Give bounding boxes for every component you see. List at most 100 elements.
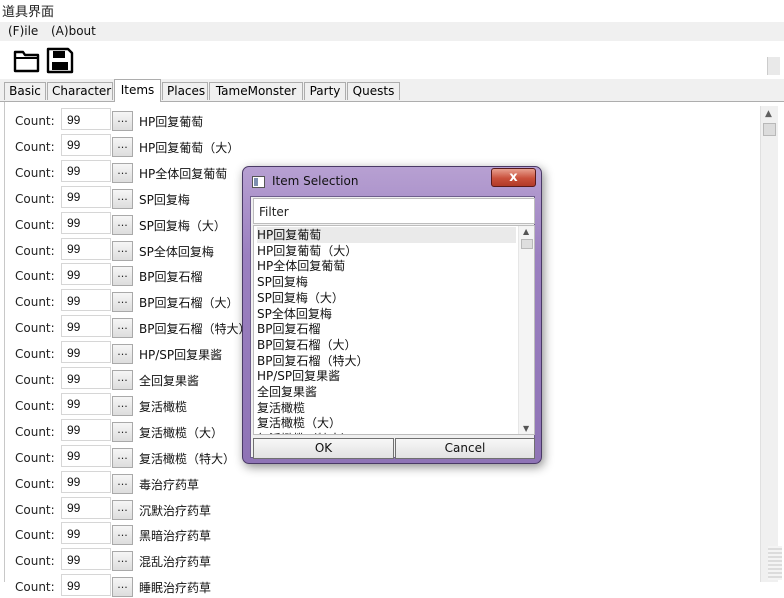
- pick-item-button[interactable]: ...: [112, 266, 133, 287]
- item-row: Count:... HP回复葡萄（大）: [5, 132, 255, 158]
- close-button[interactable]: x: [491, 168, 536, 187]
- cancel-button[interactable]: Cancel: [395, 438, 535, 459]
- count-input[interactable]: [61, 133, 111, 156]
- pick-item-button[interactable]: ...: [112, 499, 133, 520]
- list-item[interactable]: 复活橄榄（特大）: [257, 431, 353, 434]
- pick-item-button[interactable]: ...: [112, 292, 133, 313]
- list-item[interactable]: 复活橄榄: [257, 400, 305, 416]
- listbox-scroll-thumb[interactable]: [521, 239, 533, 249]
- item-name: HP全体回复葡萄: [139, 166, 228, 181]
- list-item[interactable]: 复活橄榄（大）: [257, 415, 341, 431]
- count-input[interactable]: [61, 211, 111, 234]
- list-item[interactable]: HP全体回复葡萄: [257, 258, 345, 274]
- tab-party[interactable]: Party: [304, 82, 346, 100]
- list-item[interactable]: SP回复梅（大）: [257, 290, 344, 306]
- item-name: 黑暗治疗药草: [139, 529, 212, 544]
- pick-item-button[interactable]: ...: [112, 370, 133, 390]
- item-name: HP/SP回复果酱: [139, 348, 223, 363]
- pick-item-button[interactable]: ...: [112, 421, 133, 442]
- list-item[interactable]: BP回复石榴: [257, 321, 320, 337]
- list-item[interactable]: SP全体回复梅: [257, 306, 332, 322]
- list-item[interactable]: HP回复葡萄: [257, 227, 516, 243]
- pick-item-button[interactable]: ...: [112, 551, 133, 572]
- list-item[interactable]: 全回复果酱: [257, 384, 317, 400]
- count-input[interactable]: [61, 367, 111, 389]
- scroll-up-icon[interactable]: ▲: [523, 227, 529, 236]
- open-button[interactable]: [12, 45, 42, 75]
- tab-items[interactable]: Items: [114, 79, 161, 102]
- count-input[interactable]: [61, 418, 111, 441]
- count-input[interactable]: [61, 496, 111, 519]
- item-name: 沉默治疗药草: [139, 503, 212, 518]
- menu-about[interactable]: (A)bout: [51, 24, 96, 38]
- item-name: BP回复石榴: [139, 270, 203, 285]
- item-name: BP回复石榴（大）: [139, 296, 239, 311]
- tab-places[interactable]: Places: [162, 82, 208, 100]
- pick-item-button[interactable]: ...: [112, 344, 133, 365]
- count-label: Count:: [15, 243, 55, 258]
- pick-item-button[interactable]: ...: [112, 447, 133, 468]
- count-input[interactable]: [61, 444, 111, 467]
- item-name: SP全体回复梅: [139, 244, 214, 259]
- count-input[interactable]: [61, 470, 111, 493]
- item-selection-dialog: Item Selection x Filter HP回复葡萄 HP回复葡萄（大） H…: [242, 166, 542, 464]
- item-row: Count:... 沉默治疗药草: [5, 495, 255, 521]
- items-scrollbar[interactable]: ▲: [760, 106, 778, 582]
- pick-item-button[interactable]: ...: [112, 525, 133, 546]
- item-name: 毒治疗药草: [139, 477, 200, 492]
- count-input[interactable]: [61, 574, 111, 597]
- count-input[interactable]: [61, 315, 111, 338]
- pick-item-button[interactable]: ...: [112, 577, 133, 598]
- menu-file[interactable]: (F)ile: [8, 24, 38, 38]
- count-label: Count:: [15, 398, 55, 413]
- count-input[interactable]: [61, 522, 111, 545]
- list-item[interactable]: HP/SP回复果酱: [257, 368, 340, 384]
- count-input[interactable]: [61, 289, 111, 312]
- window-icon: [252, 176, 265, 188]
- item-row: Count:... 复活橄榄（特大）: [5, 443, 255, 469]
- pick-item-button[interactable]: ...: [112, 240, 133, 261]
- dialog-body: Filter HP回复葡萄 HP回复葡萄（大） HP全体回复葡萄 SP回复梅 SP回复梅…: [250, 196, 535, 459]
- item-name: SP回复梅: [139, 192, 190, 207]
- scroll-down-icon[interactable]: ▼: [523, 424, 529, 433]
- list-item[interactable]: BP回复石榴（大）: [257, 337, 356, 353]
- tab-quests[interactable]: Quests: [347, 82, 400, 100]
- count-input[interactable]: [61, 341, 111, 364]
- scroll-up-icon[interactable]: ▲: [765, 109, 772, 119]
- list-item[interactable]: HP回复葡萄（大）: [257, 243, 357, 259]
- scroll-thumb[interactable]: [763, 123, 776, 136]
- pick-item-button[interactable]: ...: [112, 136, 133, 157]
- pick-item-button[interactable]: ...: [112, 395, 133, 416]
- pick-item-button[interactable]: ...: [112, 214, 133, 235]
- item-row: Count:... SP回复梅: [5, 184, 255, 210]
- count-label: Count:: [15, 528, 55, 543]
- count-input[interactable]: [61, 185, 111, 208]
- count-input[interactable]: [61, 392, 111, 415]
- count-input[interactable]: [61, 159, 111, 182]
- window-title-bar: 道具界面: [0, 0, 784, 22]
- count-input[interactable]: [61, 263, 111, 286]
- listbox-scrollbar[interactable]: ▲ ▼: [518, 226, 534, 434]
- toolbar-grip[interactable]: [767, 57, 780, 75]
- item-name: HP回复葡萄（大）: [139, 140, 240, 155]
- pick-item-button[interactable]: ...: [112, 473, 133, 494]
- count-input[interactable]: [61, 548, 111, 571]
- pick-item-button[interactable]: ...: [112, 162, 133, 183]
- count-label: Count:: [15, 321, 55, 336]
- filter-input[interactable]: [294, 200, 534, 224]
- list-item[interactable]: SP回复梅: [257, 274, 308, 290]
- save-button[interactable]: [45, 45, 75, 75]
- filter-box: Filter: [253, 198, 535, 224]
- tab-tamemonster[interactable]: TameMonster: [209, 82, 303, 100]
- pick-item-button[interactable]: ...: [112, 188, 133, 209]
- pick-item-button[interactable]: ...: [112, 111, 133, 131]
- list-item[interactable]: BP回复石榴（特大）: [257, 353, 368, 369]
- count-input[interactable]: [61, 237, 111, 260]
- count-input[interactable]: [61, 108, 111, 130]
- ok-button[interactable]: OK: [253, 438, 394, 459]
- pick-item-button[interactable]: ...: [112, 318, 133, 339]
- item-listbox[interactable]: HP回复葡萄 HP回复葡萄（大） HP全体回复葡萄 SP回复梅 SP回复梅（大） SP全体…: [253, 225, 535, 435]
- tab-character[interactable]: Character: [47, 82, 113, 100]
- tab-basic[interactable]: Basic: [4, 82, 46, 100]
- resize-grip[interactable]: [768, 546, 782, 580]
